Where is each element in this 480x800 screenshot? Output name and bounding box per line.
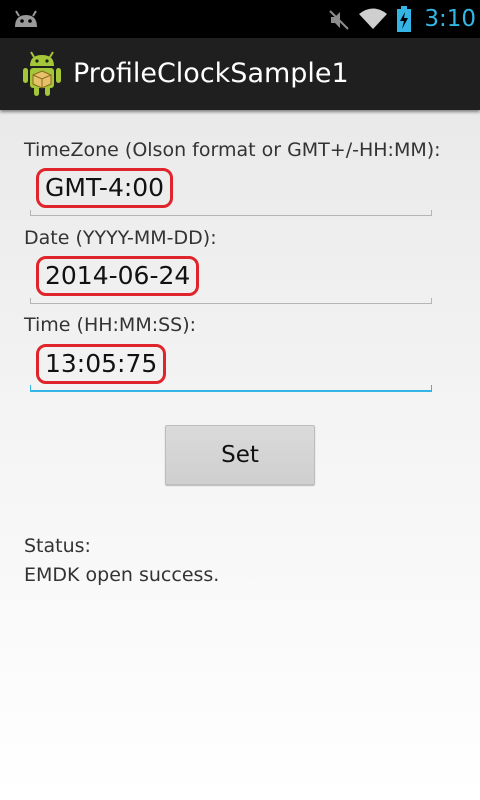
timezone-underline: [30, 210, 432, 216]
status-message: EMDK open success.: [24, 564, 220, 586]
date-label: Date (YYYY-MM-DD):: [24, 227, 217, 249]
battery-charging-icon: [397, 6, 411, 32]
date-underline: [30, 298, 432, 304]
app-title: ProfileClockSample1: [73, 58, 349, 89]
action-bar: ProfileClockSample1: [0, 38, 480, 110]
android-app-icon: [23, 51, 61, 96]
date-value[interactable]: 2014-06-24: [36, 256, 200, 296]
time-field[interactable]: 13:05:75: [30, 342, 432, 392]
status-clock: 3:10: [424, 6, 476, 32]
timezone-label: TimeZone (Olson format or GMT+/-HH:MM):: [24, 139, 441, 161]
time-underline: [30, 385, 432, 392]
mute-icon: [329, 10, 349, 30]
status-label: Status:: [24, 535, 91, 557]
time-value[interactable]: 13:05:75: [36, 344, 167, 384]
status-bar: 3:10: [0, 0, 480, 38]
date-field[interactable]: 2014-06-24: [30, 254, 432, 304]
wifi-icon: [359, 8, 387, 29]
timezone-field[interactable]: GMT-4:00: [30, 166, 432, 216]
set-button[interactable]: Set: [165, 425, 315, 485]
timezone-value[interactable]: GMT-4:00: [36, 168, 174, 208]
time-label: Time (HH:MM:SS):: [24, 314, 197, 336]
android-notification-icon: [15, 10, 37, 27]
